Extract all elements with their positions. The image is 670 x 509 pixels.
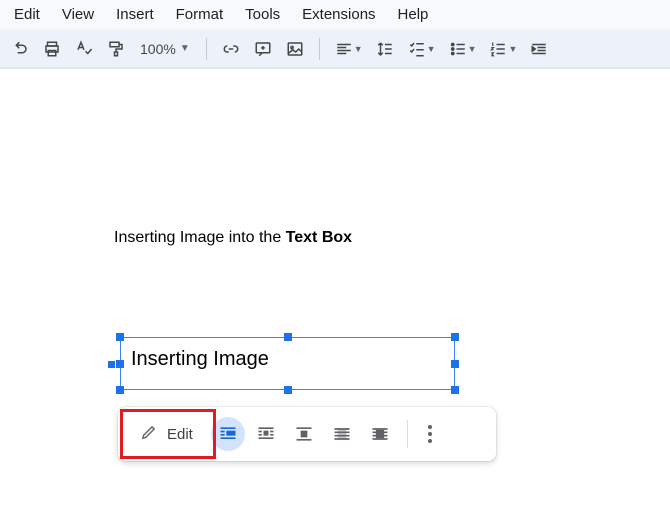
spellcheck-icon[interactable] [74, 39, 94, 59]
text-run: Inserting Image into the [114, 229, 286, 246]
resize-handle-middle-left[interactable] [116, 360, 124, 368]
document-canvas[interactable]: Inserting Image into the Text Box Insert… [0, 68, 670, 509]
separator [319, 38, 320, 60]
resize-handle-middle-right[interactable] [451, 360, 459, 368]
resize-handle-top-left[interactable] [116, 333, 124, 341]
bulleted-list-icon [448, 39, 468, 59]
menu-extensions[interactable]: Extensions [292, 2, 385, 27]
align-dropdown[interactable]: ▼ [334, 39, 363, 59]
numbered-list-dropdown[interactable]: ▼ [488, 39, 517, 59]
chevron-down-icon: ▼ [354, 44, 363, 54]
more-options-button[interactable] [418, 425, 442, 443]
resize-handle-bottom-right[interactable] [451, 386, 459, 394]
break-text-button[interactable] [287, 417, 321, 451]
toolbar: 100% ▼ ▼ ▼ ▼ ▼ [0, 30, 670, 68]
redo-icon[interactable] [10, 39, 30, 59]
image-context-toolbar: Edit [118, 407, 496, 461]
menubar: Edit View Insert Format Tools Extensions… [0, 0, 670, 30]
print-icon[interactable] [42, 39, 62, 59]
edit-drawing-button[interactable]: Edit [126, 416, 207, 453]
zoom-value: 100% [140, 41, 176, 57]
behind-text-button[interactable] [325, 417, 359, 451]
wrap-text-button[interactable] [249, 417, 283, 451]
chevron-down-icon: ▼ [427, 44, 436, 54]
selection-anchor[interactable] [108, 361, 115, 368]
drawing-object[interactable]: Inserting Image [120, 337, 455, 390]
chevron-down-icon: ▼ [468, 44, 477, 54]
insert-link-icon[interactable] [221, 39, 241, 59]
bulleted-list-dropdown[interactable]: ▼ [448, 39, 477, 59]
numbered-list-icon [488, 39, 508, 59]
menu-view[interactable]: View [52, 2, 104, 27]
resize-handle-top-middle[interactable] [284, 333, 292, 341]
decrease-indent-icon[interactable] [529, 39, 549, 59]
drawing-text: Inserting Image [131, 348, 269, 371]
wrap-inline-button[interactable] [211, 417, 245, 451]
menu-help[interactable]: Help [388, 2, 439, 27]
separator [407, 420, 408, 448]
text-run-bold: Text Box [286, 229, 352, 246]
add-comment-icon[interactable] [253, 39, 273, 59]
menu-edit[interactable]: Edit [4, 2, 50, 27]
menu-tools[interactable]: Tools [235, 2, 290, 27]
checklist-dropdown[interactable]: ▼ [407, 39, 436, 59]
chevron-down-icon: ▼ [508, 44, 517, 54]
resize-handle-top-right[interactable] [451, 333, 459, 341]
insert-image-icon[interactable] [285, 39, 305, 59]
menu-insert[interactable]: Insert [106, 2, 164, 27]
in-front-text-button[interactable] [363, 417, 397, 451]
separator [206, 38, 207, 60]
chevron-down-icon: ▼ [180, 43, 190, 54]
line-spacing-dropdown[interactable] [375, 39, 395, 59]
line-spacing-icon [375, 39, 395, 59]
align-left-icon [334, 39, 354, 59]
edit-label: Edit [167, 426, 193, 443]
resize-handle-bottom-left[interactable] [116, 386, 124, 394]
paint-format-icon[interactable] [106, 39, 126, 59]
paragraph-text[interactable]: Inserting Image into the Text Box [114, 229, 352, 247]
pencil-icon [140, 424, 157, 445]
zoom-dropdown[interactable]: 100% ▼ [138, 41, 192, 57]
resize-handle-bottom-middle[interactable] [284, 386, 292, 394]
checklist-icon [407, 39, 427, 59]
menu-format[interactable]: Format [166, 2, 234, 27]
